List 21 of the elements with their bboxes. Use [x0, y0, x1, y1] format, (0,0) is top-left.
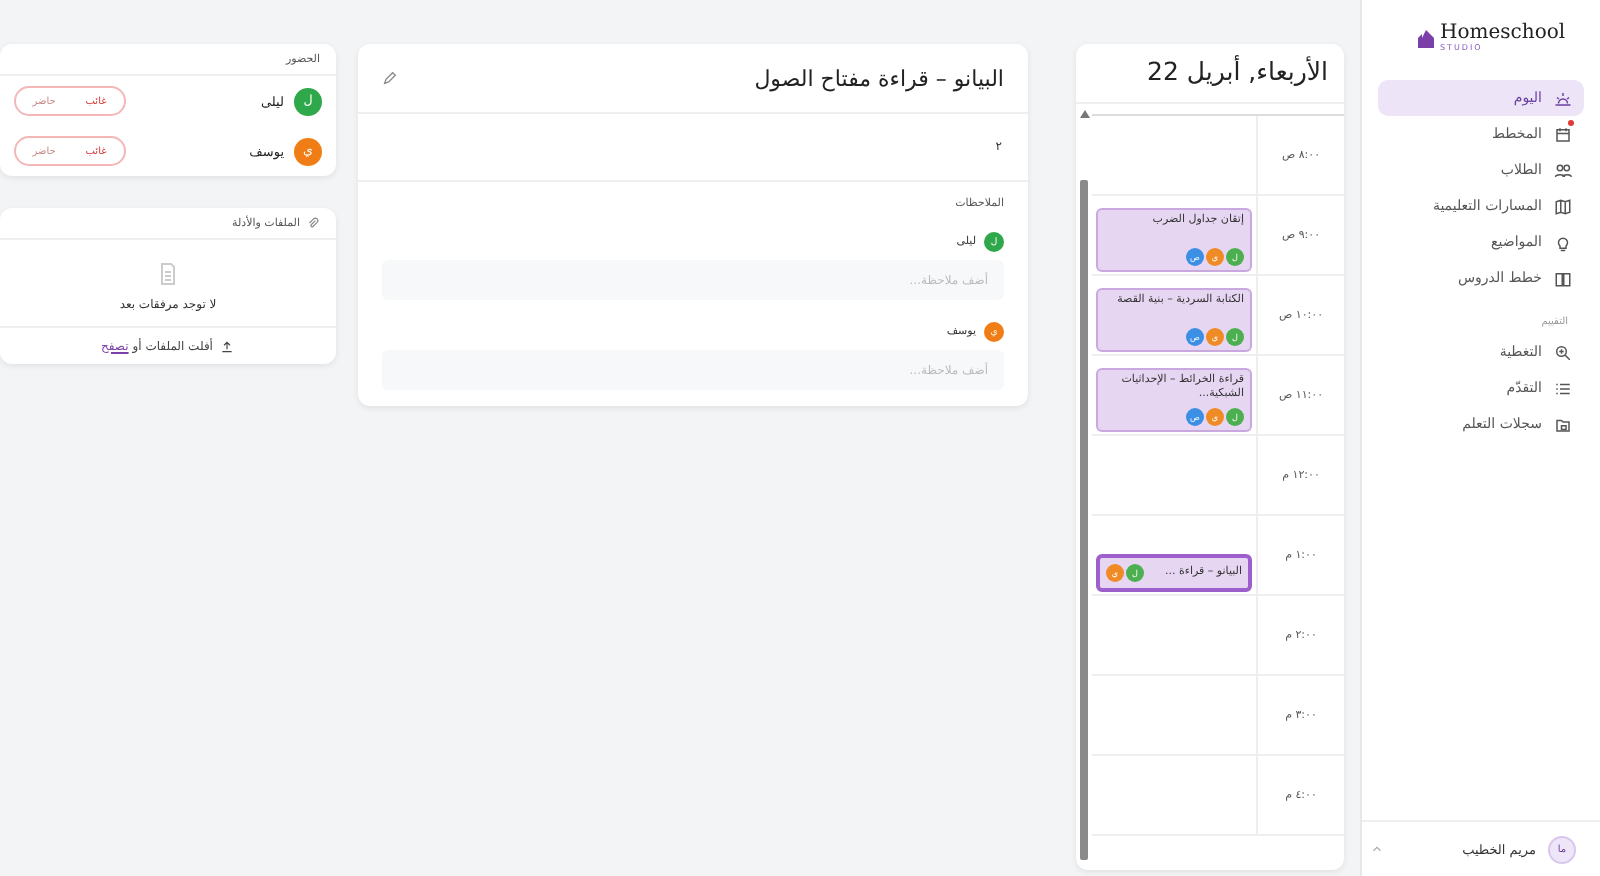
book-icon — [1554, 269, 1572, 287]
edit-button[interactable] — [382, 70, 398, 86]
document-icon — [156, 260, 180, 288]
zoom-icon — [1554, 343, 1572, 361]
list-icon — [1554, 379, 1572, 397]
folder-lock-icon — [1554, 415, 1572, 433]
calendar-icon — [1554, 125, 1572, 143]
paperclip-icon — [306, 216, 320, 230]
users-icon — [1554, 161, 1572, 179]
map-icon — [1554, 197, 1572, 215]
brand-name: Homeschool — [1440, 24, 1566, 44]
sun-icon — [1554, 89, 1572, 107]
lightbulb-icon — [1554, 233, 1572, 251]
upload-icon — [220, 339, 235, 353]
calendar-title: الأربعاء, أبريل 22 — [1076, 44, 1344, 104]
scroll-up-icon[interactable] — [1080, 110, 1090, 118]
pencil-icon — [382, 70, 398, 86]
lesson-title: البيانو – قراءة مفتاح الصول — [754, 65, 1004, 91]
scrollbar[interactable] — [1080, 180, 1088, 860]
caret-up-icon — [1370, 842, 1384, 856]
logo-icon — [1418, 29, 1434, 47]
